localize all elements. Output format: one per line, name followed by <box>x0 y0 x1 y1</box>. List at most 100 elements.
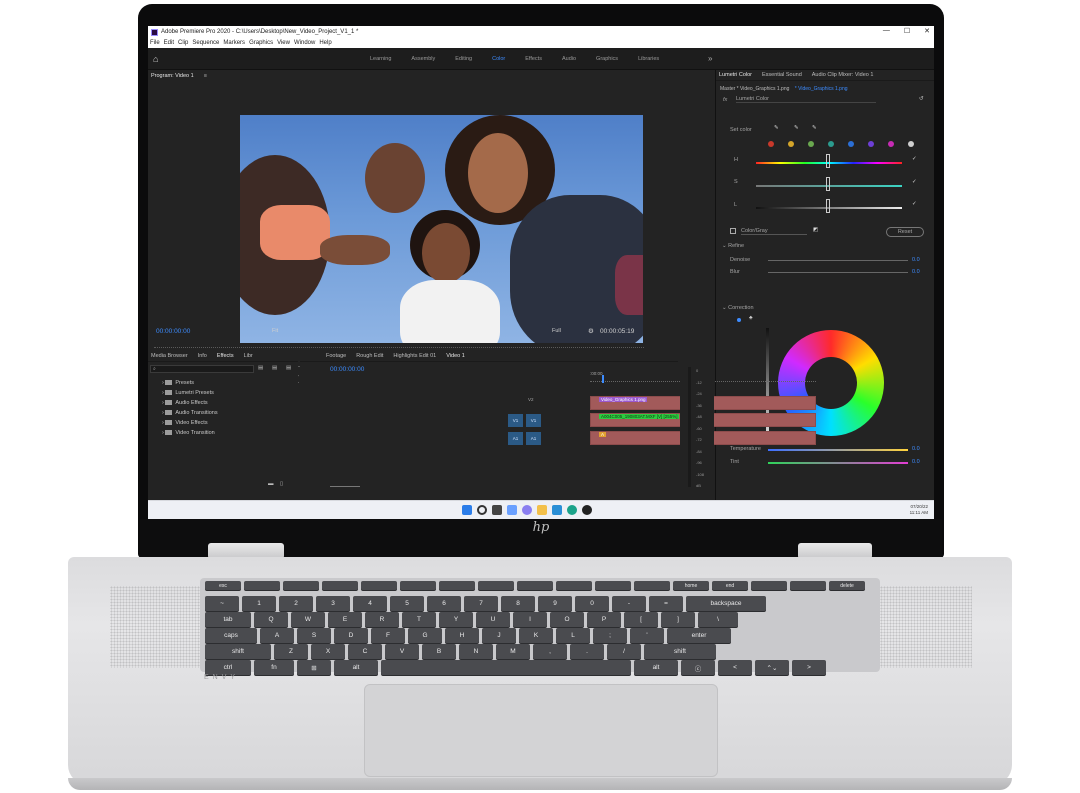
track-v2-label[interactable]: V2 <box>528 397 534 402</box>
key[interactable]: I <box>513 612 547 627</box>
workspace-learning[interactable]: Learning <box>370 56 391 62</box>
tint-value[interactable]: 0.0 <box>912 459 920 465</box>
key[interactable]: shift <box>205 644 271 659</box>
key[interactable]: ] <box>661 612 695 627</box>
tab-highlights-edit[interactable]: Highlights Edit 01 <box>393 353 436 359</box>
key[interactable] <box>283 581 319 590</box>
key[interactable] <box>595 581 631 590</box>
show-mask-icon[interactable]: ◩ <box>813 227 818 233</box>
key[interactable]: Q <box>254 612 288 627</box>
key[interactable]: = <box>649 596 683 611</box>
key[interactable] <box>244 581 280 590</box>
menu-help[interactable]: Help <box>319 40 331 46</box>
single-wheel-option[interactable] <box>737 318 741 322</box>
key[interactable]: ~ <box>205 596 239 611</box>
panel-menu-icon[interactable]: ≡ <box>204 73 207 79</box>
fit-dropdown[interactable]: Fit <box>272 328 278 334</box>
settings-icon[interactable]: ⚙ <box>588 327 594 335</box>
menu-clip[interactable]: Clip <box>178 40 188 46</box>
workspace-libraries[interactable]: Libraries <box>638 56 659 62</box>
key[interactable]: / <box>607 644 641 659</box>
widgets-icon[interactable] <box>507 505 517 515</box>
workspace-assembly[interactable]: Assembly <box>411 56 435 62</box>
blur-value[interactable]: 0.0 <box>912 269 920 275</box>
key[interactable] <box>556 581 592 590</box>
tint-slider[interactable] <box>768 462 908 464</box>
timeline-timecode[interactable]: 00:00:00:00 <box>330 366 364 373</box>
temperature-value[interactable]: 0.0 <box>912 446 920 452</box>
key[interactable]: fn <box>254 660 294 675</box>
three-wheel-option-icon[interactable]: ♣ <box>749 315 753 321</box>
lightness-handle[interactable] <box>826 199 830 213</box>
key[interactable]: shift <box>644 644 716 659</box>
playhead[interactable] <box>602 375 604 383</box>
file-explorer-icon[interactable] <box>537 505 547 515</box>
effects-search-input[interactable]: ⌕ <box>150 365 254 373</box>
key[interactable] <box>517 581 553 590</box>
effects-item-lumetri-presets[interactable]: › Lumetri Presets <box>162 390 214 396</box>
workspace-editing[interactable]: Editing <box>455 56 472 62</box>
key[interactable]: 0 <box>575 596 609 611</box>
eyedropper-plus-icon[interactable]: ✎ <box>794 125 799 131</box>
key[interactable]: , <box>533 644 567 659</box>
refine-section-toggle[interactable]: ⌄ Refine <box>722 243 744 249</box>
tab-effects[interactable]: Effects <box>217 353 234 359</box>
eyedropper-minus-icon[interactable]: ✎ <box>812 125 817 131</box>
key[interactable]: ctrl <box>205 660 251 675</box>
temperature-slider[interactable] <box>768 449 908 451</box>
key[interactable]: U <box>476 612 510 627</box>
key[interactable]: A <box>260 628 294 643</box>
tab-info[interactable]: Info <box>198 353 207 359</box>
key[interactable]: X <box>311 644 345 659</box>
key[interactable]: ' <box>630 628 664 643</box>
quality-dropdown[interactable]: Full <box>552 328 561 334</box>
denoise-slider[interactable] <box>768 260 908 261</box>
key[interactable]: E <box>328 612 362 627</box>
effect-dropdown[interactable]: Lumetri Color <box>736 96 876 103</box>
color-swatch[interactable] <box>768 141 774 147</box>
color-swatch[interactable] <box>828 141 834 147</box>
correction-section-toggle[interactable]: ⌄ Correction <box>722 305 754 311</box>
system-tray[interactable]: 07/20/22 11:11 AM <box>910 504 928 516</box>
key[interactable]: - <box>612 596 646 611</box>
key[interactable]: \ <box>698 612 738 627</box>
media-player-icon[interactable] <box>582 505 592 515</box>
key[interactable]: 8 <box>501 596 535 611</box>
key[interactable]: 5 <box>390 596 424 611</box>
tab-lumetri-color[interactable]: Lumetri Color <box>719 72 752 78</box>
key[interactable]: L <box>556 628 590 643</box>
hue-handle[interactable] <box>826 154 830 168</box>
effects-item-video-effects[interactable]: › Video Effects <box>162 420 208 426</box>
effects-item-video-transition[interactable]: › Video Transition <box>162 430 215 436</box>
key[interactable]: . <box>570 644 604 659</box>
key[interactable]: R <box>365 612 399 627</box>
key[interactable]: alt <box>634 660 678 675</box>
workspace-color[interactable]: Color <box>492 56 505 62</box>
tab-media-browser[interactable]: Media Browser <box>151 353 188 359</box>
store-icon[interactable] <box>552 505 562 515</box>
key[interactable]: 9 <box>538 596 572 611</box>
key[interactable] <box>634 581 670 590</box>
hue-check-icon[interactable]: ✓ <box>912 156 917 162</box>
denoise-value[interactable]: 0.0 <box>912 257 920 263</box>
key[interactable]: home <box>673 581 709 590</box>
key[interactable]: Z <box>274 644 308 659</box>
key[interactable]: 6 <box>427 596 461 611</box>
track-source-v1[interactable]: V1 <box>508 414 523 427</box>
key[interactable]: tab <box>205 612 251 627</box>
tab-essential-sound[interactable]: Essential Sound <box>762 72 802 78</box>
tab-libraries[interactable]: Libr <box>244 353 253 359</box>
key[interactable]: C <box>348 644 382 659</box>
key[interactable]: H <box>445 628 479 643</box>
key[interactable]: ⓒ <box>681 660 715 675</box>
key[interactable]: end <box>712 581 748 590</box>
track-a1-label[interactable]: A1 <box>526 432 541 445</box>
key[interactable]: delete <box>829 581 865 590</box>
effects-item-presets[interactable]: › Presets <box>162 380 194 386</box>
key[interactable] <box>322 581 358 590</box>
minimize-button[interactable]: — <box>883 27 890 35</box>
workspace-audio[interactable]: Audio <box>562 56 576 62</box>
effects-item-audio-transitions[interactable]: › Audio Transitions <box>162 410 218 416</box>
color-swatch[interactable] <box>788 141 794 147</box>
program-ruler[interactable] <box>154 342 644 348</box>
